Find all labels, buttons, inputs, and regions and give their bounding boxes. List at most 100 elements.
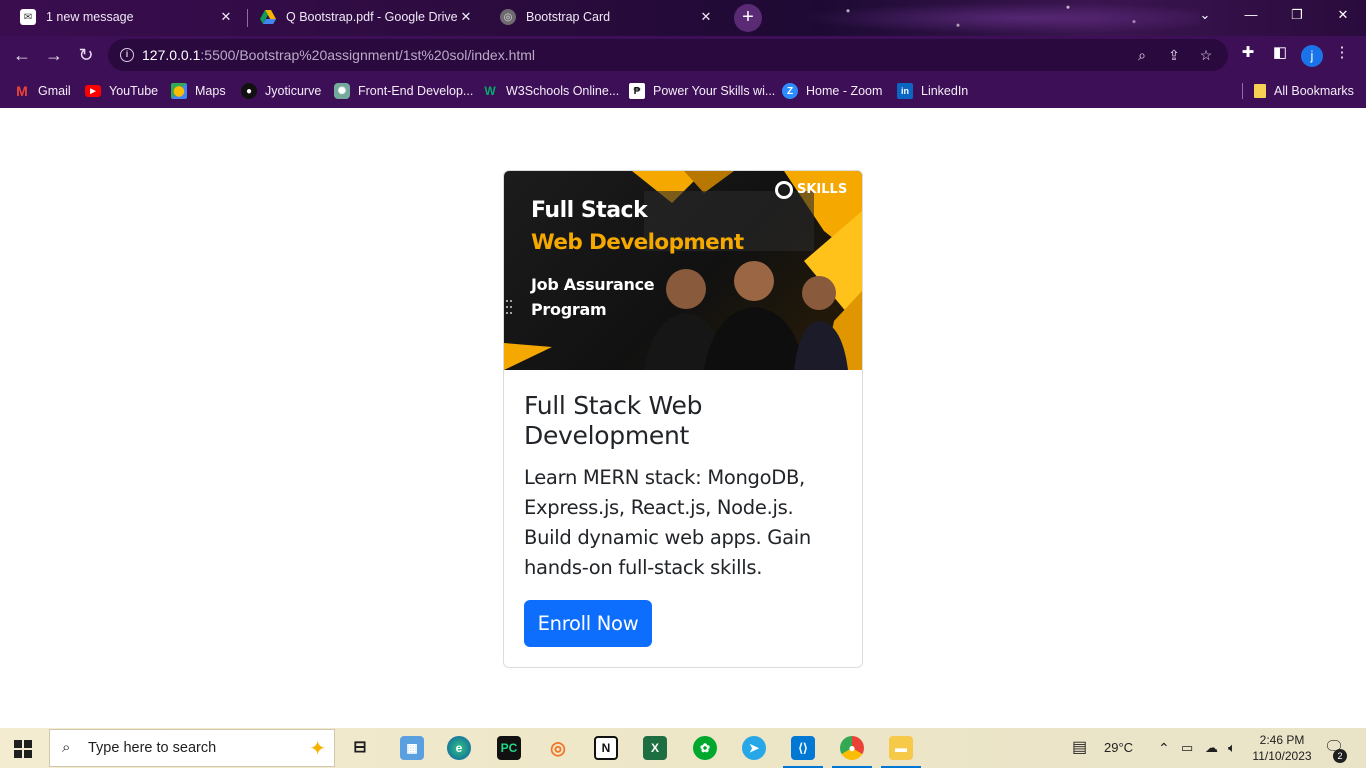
folder-icon — [1254, 84, 1266, 98]
bookmark-youtube[interactable]: ▶ YouTube — [85, 82, 158, 100]
clock[interactable]: 2:46 PM 11/10/2023 — [1250, 732, 1314, 764]
minimize-icon[interactable]: — — [1228, 0, 1274, 32]
jupyter-icon[interactable]: ◎ — [546, 736, 570, 760]
pycharm-icon[interactable]: PC — [497, 736, 521, 760]
file-explorer-alt-icon[interactable]: ▦ — [400, 736, 424, 760]
banner-line-2: Web Development — [531, 230, 744, 255]
search-placeholder: Type here to search — [88, 740, 217, 756]
task-view-icon[interactable]: ⊟ — [348, 736, 372, 760]
banner-line-1: Full Stack — [531, 198, 648, 223]
tab-title: Q Bootstrap.pdf - Google Drive — [286, 10, 458, 24]
card-body: Full Stack Web Development Learn MERN st… — [524, 391, 844, 583]
bookmark-label: Front-End Develop... — [358, 84, 474, 98]
browser-toolbar: ← → ↻ i 127.0.0.1:5500/Bootstrap%20assig… — [0, 36, 1366, 74]
bookmarks-divider — [1242, 83, 1243, 99]
pw-icon: ₱ — [629, 83, 645, 99]
all-bookmarks[interactable]: All Bookmarks — [1254, 82, 1354, 100]
bookmark-power-skills[interactable]: ₱ Power Your Skills wi... — [629, 82, 775, 100]
share-icon[interactable]: ⇪ — [1166, 47, 1182, 63]
bookmark-label: Gmail — [38, 84, 71, 98]
battery-icon[interactable]: ▭ — [1181, 728, 1193, 768]
bookmark-front-end[interactable]: ✺ Front-End Develop... — [334, 82, 473, 100]
chatgpt-icon: ✺ — [334, 83, 350, 99]
chevron-up-icon[interactable]: ⌃ — [1158, 728, 1170, 768]
bookmark-linkedin[interactable]: in LinkedIn — [897, 82, 968, 100]
reload-icon[interactable]: ↻ — [75, 44, 97, 66]
zoom-icon[interactable]: ⌕ — [1134, 47, 1150, 63]
extensions-icon[interactable]: ✚ — [1239, 44, 1257, 62]
chrome-icon[interactable]: ● — [832, 736, 872, 768]
edge-icon[interactable]: e — [447, 736, 471, 760]
tab-new-message[interactable]: ✉ 1 new message ✕ — [8, 0, 246, 34]
tab-search-icon[interactable]: ⌄ — [1182, 0, 1228, 32]
bookmark-label: YouTube — [109, 84, 159, 98]
side-panel-icon[interactable]: ◧ — [1271, 44, 1289, 62]
forward-icon[interactable]: → — [43, 44, 65, 66]
bookmark-label: W3Schools Online... — [506, 84, 620, 98]
file-explorer-icon[interactable]: ▬ — [881, 736, 921, 768]
telegram-icon[interactable]: ➤ — [742, 736, 766, 760]
vscode-icon[interactable]: ⟨⟩ — [783, 736, 823, 768]
card-image: SKILLS Full Stack Web Development Job As… — [504, 171, 862, 370]
close-window-icon[interactable]: ✕ — [1320, 0, 1366, 32]
new-tab-button[interactable]: + — [734, 4, 762, 32]
bookmark-w3schools[interactable]: W W3Schools Online... — [482, 82, 619, 100]
search-icon: ⌕ — [62, 739, 71, 756]
bookmark-label: Jyoticurve — [265, 84, 322, 98]
maps-icon: ⬤ — [171, 83, 187, 99]
mail-icon: ✉ — [20, 9, 36, 25]
bookmark-maps[interactable]: ⬤ Maps — [171, 82, 226, 100]
volume-icon[interactable]: 🔈︎ — [1228, 728, 1236, 768]
youtube-icon: ▶ — [85, 85, 101, 97]
bookmarks-bar: M Gmail ▶ YouTube ⬤ Maps ● Jyoticurve ✺ … — [0, 74, 1366, 108]
bookmark-label: Power Your Skills wi... — [653, 84, 776, 98]
windows-start-icon[interactable] — [14, 740, 32, 758]
back-icon[interactable]: ← — [11, 44, 33, 66]
tab-title: Bootstrap Card — [526, 10, 611, 24]
taskbar: ⌕ Type here to search ✦ ⊟ ▦ e PC ◎ N X ✿… — [0, 728, 1366, 768]
tab-google-drive[interactable]: Q Bootstrap.pdf - Google Drive ✕ — [248, 0, 486, 34]
google-drive-icon — [260, 9, 276, 25]
site-info-icon[interactable]: i — [120, 48, 134, 62]
sparkle-icon: ✦ — [309, 738, 326, 760]
url-path: :5500/Bootstrap%20assignment/1st%20sol/i… — [200, 47, 536, 63]
w3schools-icon: W — [484, 84, 496, 98]
address-bar[interactable]: i 127.0.0.1:5500/Bootstrap%20assignment/… — [108, 39, 1228, 71]
news-icon[interactable]: ▤ — [1072, 728, 1087, 768]
close-icon[interactable]: ✕ — [218, 9, 234, 25]
taskbar-search[interactable]: ⌕ Type here to search ✦ — [49, 729, 335, 767]
bookmark-gmail[interactable]: M Gmail — [14, 82, 71, 100]
weather-temp[interactable]: 29°C — [1104, 728, 1133, 768]
url-host: 127.0.0.1 — [142, 47, 201, 63]
bookmark-zoom[interactable]: Z Home - Zoom — [782, 82, 882, 100]
enroll-now-button[interactable]: Enroll Now — [524, 600, 652, 647]
course-card: SKILLS Full Stack Web Development Job As… — [503, 170, 863, 668]
page-viewport: SKILLS Full Stack Web Development Job As… — [0, 108, 1366, 728]
close-icon[interactable]: ✕ — [458, 9, 474, 25]
bookmark-label: All Bookmarks — [1274, 84, 1354, 98]
banner-line-3: Job Assurance — [531, 275, 655, 294]
menu-icon[interactable]: ⋮ — [1333, 44, 1351, 62]
notification-count: 2 — [1333, 749, 1347, 763]
github-icon: ● — [241, 83, 257, 99]
clock-date: 11/10/2023 — [1252, 749, 1312, 763]
restore-icon[interactable]: ❐ — [1274, 0, 1320, 32]
zoom-icon: Z — [782, 83, 798, 99]
notion-icon[interactable]: N — [594, 736, 618, 760]
banner-line-4: Program — [531, 300, 607, 319]
linkedin-icon: in — [897, 83, 913, 99]
theme-background — [760, 0, 1200, 36]
bookmark-label: Maps — [195, 84, 226, 98]
bookmark-star-icon[interactable]: ☆ — [1198, 47, 1214, 63]
evernote-icon[interactable]: ✿ — [693, 736, 717, 760]
card-title: Full Stack Web Development — [524, 391, 703, 450]
bookmark-label: Home - Zoom — [806, 84, 883, 98]
network-icon[interactable]: ☁ — [1205, 728, 1218, 768]
tab-bootstrap-card[interactable]: ◎ Bootstrap Card ✕ — [488, 0, 726, 34]
bookmark-jyoticurve[interactable]: ● Jyoticurve — [241, 82, 321, 100]
close-icon[interactable]: ✕ — [698, 9, 714, 25]
excel-icon[interactable]: X — [643, 736, 667, 760]
brand-logo-text: SKILLS — [797, 182, 848, 197]
tab-title: 1 new message — [46, 10, 134, 24]
avatar[interactable]: j — [1301, 45, 1323, 67]
